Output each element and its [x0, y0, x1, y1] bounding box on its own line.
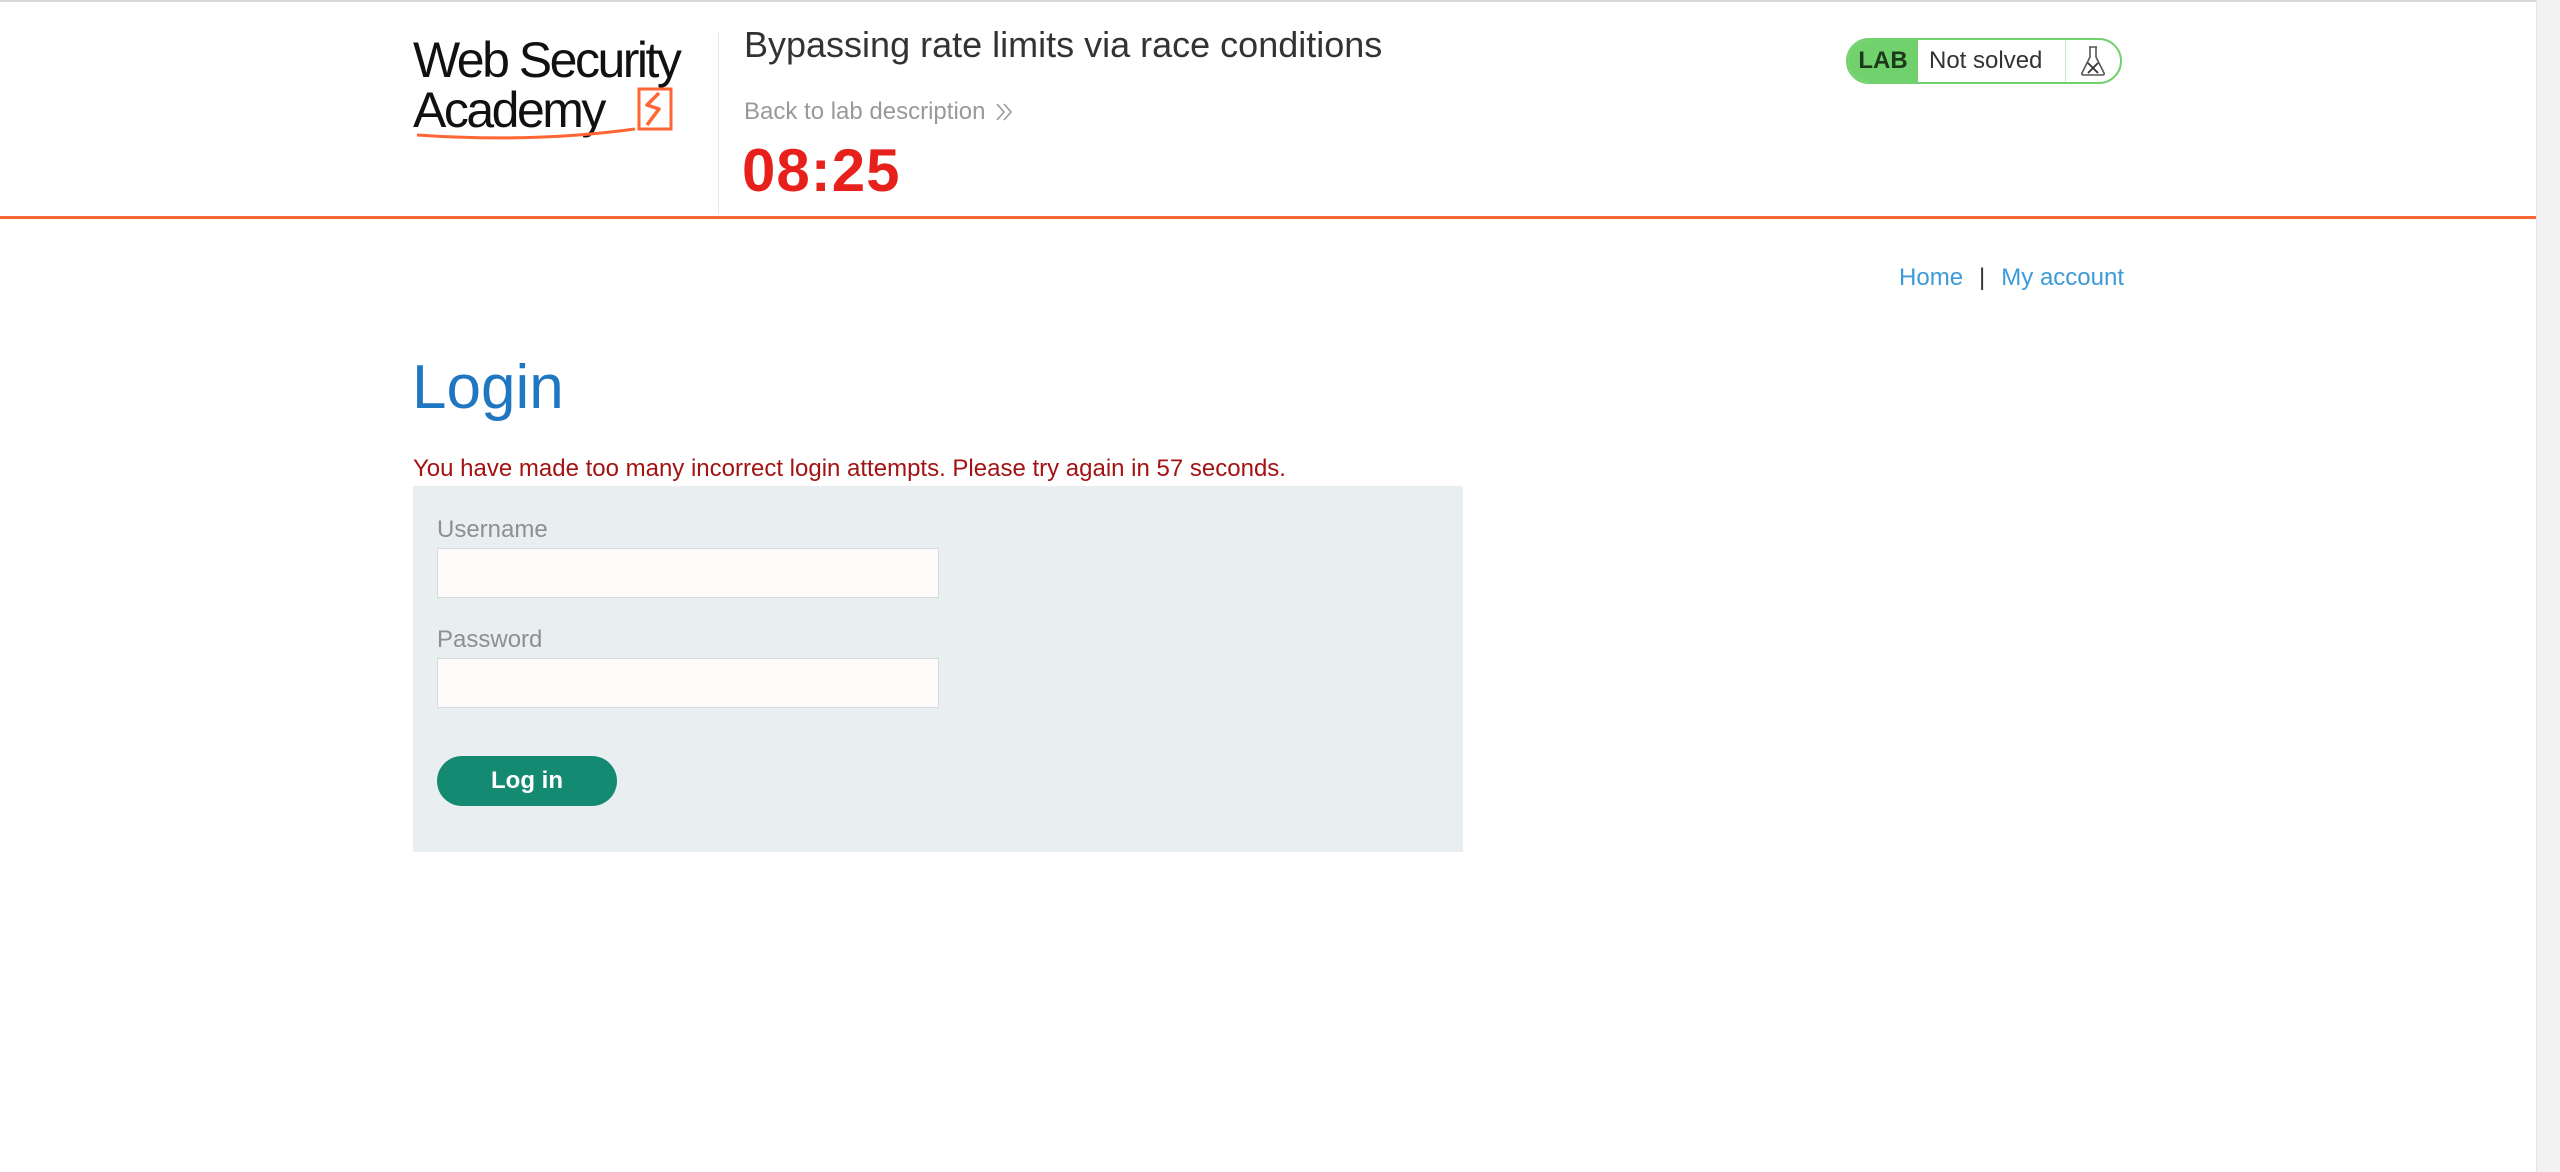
- svg-text:Academy: Academy: [413, 82, 606, 138]
- password-input[interactable]: [437, 658, 939, 708]
- top-nav: Home | My account: [1899, 264, 2124, 292]
- login-error-message: You have made too many incorrect login a…: [413, 455, 1286, 482]
- page: Web Security Academy Bypassing rate limi…: [0, 0, 2560, 1172]
- lab-title: Bypassing rate limits via race condition…: [744, 24, 1383, 65]
- login-form: Username Password Log in: [413, 486, 1463, 852]
- log-in-button[interactable]: Log in: [437, 756, 617, 806]
- lab-status-widget[interactable]: LAB Not solved: [1846, 38, 2122, 84]
- scrollbar-track[interactable]: [2536, 0, 2560, 1172]
- flask-icon: [2066, 40, 2120, 82]
- header-divider: [718, 32, 719, 214]
- double-chevron-right-icon: [996, 103, 1013, 121]
- lab-header: Web Security Academy Bypassing rate limi…: [0, 2, 2536, 219]
- lab-status-text: Not solved: [1918, 40, 2066, 82]
- back-link-label: Back to lab description: [744, 98, 986, 125]
- web-security-academy-logo[interactable]: Web Security Academy: [413, 35, 713, 145]
- username-input[interactable]: [437, 548, 939, 598]
- lab-badge: LAB: [1848, 40, 1918, 82]
- svg-text:Web Security: Web Security: [413, 35, 682, 88]
- password-label: Password: [437, 626, 543, 653]
- nav-home-link[interactable]: Home: [1899, 264, 1963, 292]
- logo-graphic: Web Security Academy: [413, 35, 684, 140]
- lab-timer: 08:25: [742, 137, 901, 204]
- page-title: Login: [412, 353, 564, 422]
- nav-separator: |: [1979, 264, 1986, 291]
- back-to-lab-description-link[interactable]: Back to lab description: [744, 98, 1015, 126]
- username-label: Username: [437, 516, 548, 543]
- nav-my-account-link[interactable]: My account: [2001, 264, 2124, 292]
